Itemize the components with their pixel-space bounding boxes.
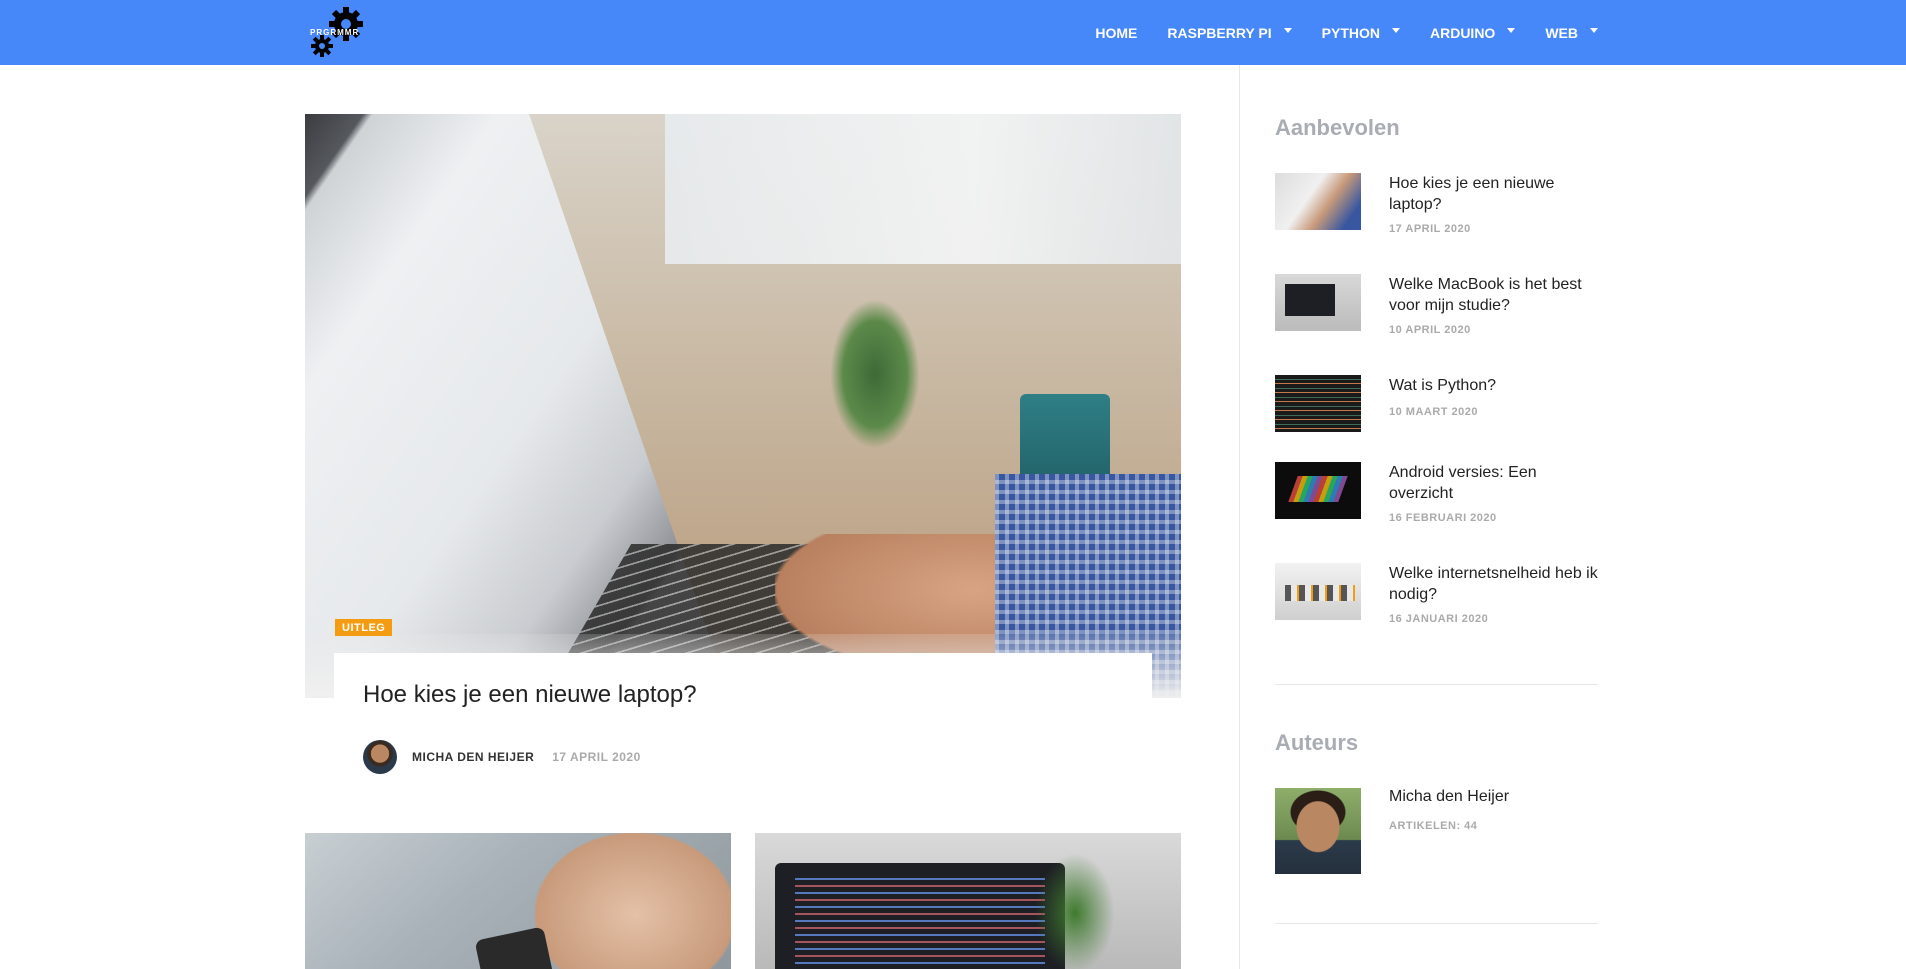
post-date: 10 MAART 2020 xyxy=(1389,406,1479,418)
post-date: 17 APRIL 2020 xyxy=(1389,223,1471,235)
logo-text: PRGRMMR xyxy=(310,28,360,37)
caret-down-icon xyxy=(1391,28,1400,33)
featured-post-meta: MICHA DEN HEIJER 17 APRIL 2020 xyxy=(363,740,641,774)
image-plant xyxy=(1035,853,1115,969)
post-title[interactable]: Welke MacBook is het best voor mijn stud… xyxy=(1389,274,1598,316)
nav-web[interactable]: WEB xyxy=(1545,25,1598,41)
featured-post-image[interactable] xyxy=(305,114,1181,698)
image-code xyxy=(795,878,1045,968)
nav-raspberry-pi[interactable]: RASPBERRY PI xyxy=(1167,24,1292,41)
caret-down-icon xyxy=(1590,28,1598,33)
nav-raspberry-pi-label: RASPBERRY PI xyxy=(1167,24,1272,41)
author-avatar[interactable] xyxy=(363,740,397,774)
nav-home[interactable]: HOME xyxy=(1095,25,1137,41)
site-logo[interactable]: PRGRMMR xyxy=(306,4,366,60)
post-card-image[interactable] xyxy=(305,833,731,969)
caret-down-icon xyxy=(1507,28,1516,33)
post-thumbnail[interactable] xyxy=(1275,462,1361,519)
widget-divider xyxy=(1275,923,1598,924)
post-title[interactable]: Wat is Python? xyxy=(1389,375,1598,396)
sidebar-divider xyxy=(1239,65,1240,969)
widget-divider xyxy=(1275,684,1598,685)
category-badge[interactable]: UITLEG xyxy=(335,619,393,636)
post-date: 16 FEBRUARI 2020 xyxy=(1389,512,1497,524)
caret-down-icon xyxy=(1283,28,1292,33)
nav-arduino[interactable]: ARDUINO xyxy=(1429,24,1516,41)
author-name[interactable]: Micha den Heijer xyxy=(1389,788,1509,806)
main-nav: HOME RASPBERRY PI PYTHON ARDUINO WEB xyxy=(1065,0,1598,65)
post-title[interactable]: Android versies: Een overzicht xyxy=(1389,462,1598,504)
post-title[interactable]: Welke internetsnelheid heb ik nodig? xyxy=(1389,563,1598,605)
image-plant xyxy=(830,299,920,449)
post-thumbnail[interactable] xyxy=(1275,375,1361,432)
post-date: 16 JANUARI 2020 xyxy=(1389,613,1489,625)
author-photo[interactable] xyxy=(1275,788,1361,874)
nav-python-label: PYTHON xyxy=(1321,24,1380,41)
nav-home-label: HOME xyxy=(1095,24,1138,41)
author-article-count: ARTIKELEN: 44 xyxy=(1389,820,1478,832)
post-title[interactable]: Hoe kies je een nieuwe laptop? xyxy=(1389,173,1598,215)
recommended-widget-title: Aanbevolen xyxy=(1275,115,1400,140)
image-window xyxy=(665,114,1181,264)
featured-post-title[interactable]: Hoe kies je een nieuwe laptop? xyxy=(363,681,697,709)
nav-web-label: WEB xyxy=(1545,24,1578,41)
nav-arduino-label: ARDUINO xyxy=(1429,24,1496,41)
image-hand xyxy=(535,833,731,969)
post-thumbnail[interactable] xyxy=(1275,563,1361,620)
authors-widget-title: Auteurs xyxy=(1275,730,1359,755)
post-date: 17 APRIL 2020 xyxy=(552,750,641,764)
author-name[interactable]: MICHA DEN HEIJER xyxy=(412,750,534,764)
post-thumbnail[interactable] xyxy=(1275,173,1361,230)
post-card-image[interactable] xyxy=(755,833,1181,969)
top-navigation-bar: PRGRMMR HOME RASPBERRY PI PYTHON ARDUINO… xyxy=(0,0,1906,65)
featured-post-title-box: Hoe kies je een nieuwe laptop? xyxy=(334,653,1152,753)
image-watch xyxy=(474,926,556,969)
post-thumbnail[interactable] xyxy=(1275,274,1361,331)
post-date: 10 APRIL 2020 xyxy=(1389,324,1471,336)
nav-python[interactable]: PYTHON xyxy=(1322,25,1400,41)
